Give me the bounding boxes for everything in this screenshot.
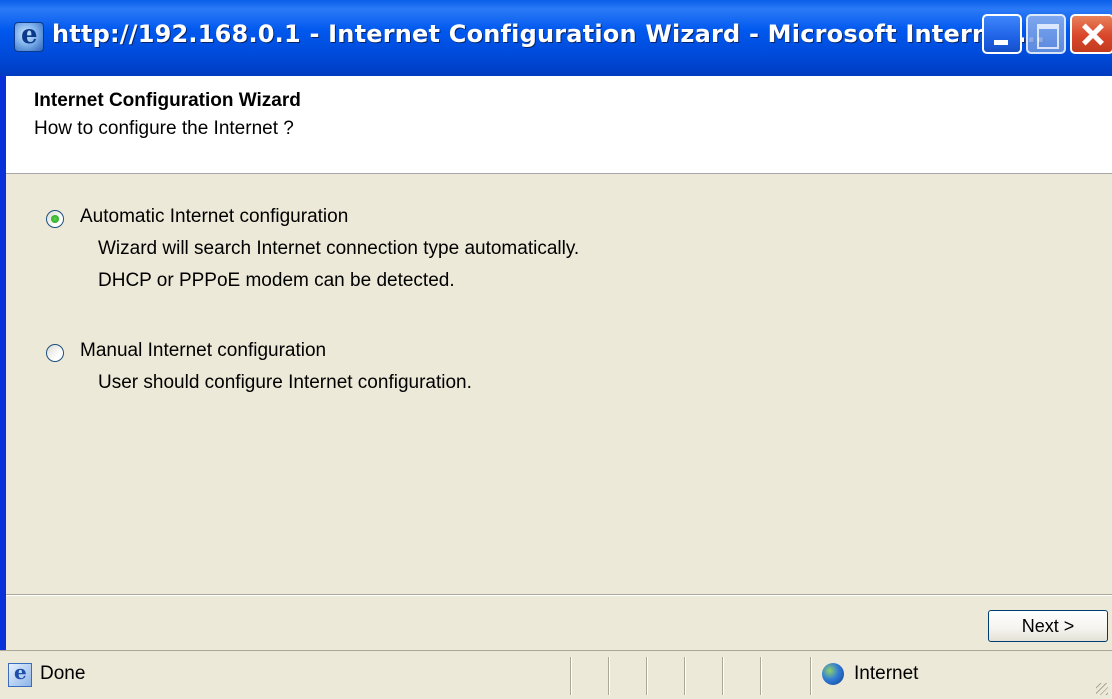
resize-grip[interactable]: [1096, 683, 1108, 695]
automatic-label[interactable]: Automatic Internet configuration: [80, 206, 348, 228]
manual-radio[interactable]: [46, 344, 64, 362]
wizard-header: Internet Configuration Wizard How to con…: [6, 76, 1112, 174]
zone-text: Internet: [854, 663, 919, 684]
status-bar: Done Internet: [0, 650, 1112, 699]
window-title: http://192.168.0.1 - Internet Configurat…: [52, 20, 1046, 48]
manual-description-line-1: User should configure Internet configura…: [98, 372, 472, 393]
maximize-button[interactable]: [1026, 14, 1066, 54]
status-divider: [760, 657, 761, 695]
globe-icon: [822, 663, 844, 685]
ie-page-icon: [8, 660, 32, 687]
footer-divider-highlight: [6, 595, 1112, 596]
status-divider: [570, 657, 571, 695]
minimize-button[interactable]: [982, 14, 1022, 54]
automatic-radio[interactable]: [46, 210, 64, 228]
status-divider: [722, 657, 723, 695]
next-button[interactable]: Next >: [988, 610, 1108, 642]
status-text: Done: [40, 663, 86, 684]
automatic-description-line-1: Wizard will search Internet connection t…: [98, 238, 580, 259]
title-bar[interactable]: http://192.168.0.1 - Internet Configurat…: [0, 0, 1112, 76]
wizard-content: Automatic Internet configuration Wizard …: [6, 174, 1112, 594]
close-button[interactable]: [1070, 14, 1112, 54]
manual-label[interactable]: Manual Internet configuration: [80, 340, 326, 362]
automatic-description-line-2: DHCP or PPPoE modem can be detected.: [98, 270, 455, 291]
wizard-title: Internet Configuration Wizard: [34, 90, 301, 111]
ie-page-icon: [14, 20, 44, 52]
status-divider: [608, 657, 609, 695]
status-divider: [684, 657, 685, 695]
status-divider: [810, 657, 811, 695]
wizard-subtitle: How to configure the Internet ?: [34, 118, 294, 139]
status-divider: [646, 657, 647, 695]
